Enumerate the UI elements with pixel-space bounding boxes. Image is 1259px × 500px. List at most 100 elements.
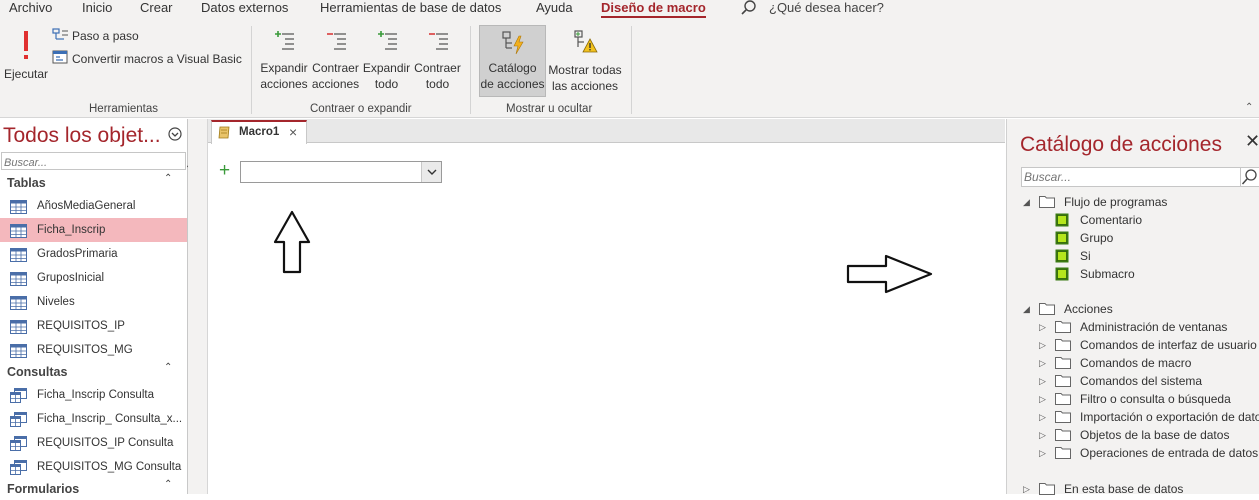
convert-label: Convertir macros a Visual Basic <box>72 52 242 66</box>
expand-all-icon <box>377 31 397 50</box>
nav-item[interactable]: Niveles <box>0 290 187 314</box>
nav-section-2[interactable]: Formularios ⌃ <box>0 479 187 500</box>
nav-item[interactable]: REQUISITOS_MG Consulta <box>0 455 187 479</box>
nav-item[interactable]: GradosPrimaria <box>0 242 187 266</box>
nav-section-0[interactable]: Tablas ⌃ <box>0 173 187 194</box>
nav-search-input[interactable] <box>2 155 167 171</box>
tell-me-input[interactable]: ¿Qué desea hacer? <box>769 0 884 16</box>
tab-crear[interactable]: Crear <box>140 0 173 16</box>
ribbon-separator <box>631 26 632 114</box>
macro-scroll-icon <box>218 126 230 139</box>
query-icon <box>10 460 27 479</box>
collapse-section-icon[interactable]: ⌃ <box>164 174 172 184</box>
query-icon <box>10 436 27 455</box>
folder-icon <box>1039 195 1055 213</box>
combo-dropdown-button[interactable] <box>421 162 441 182</box>
nav-item[interactable]: REQUISITOS_MG <box>0 338 187 362</box>
action-catalog-button[interactable]: Catálogo de acciones <box>479 25 546 97</box>
collapsed-caret-icon[interactable]: ▷ <box>1039 408 1046 426</box>
nav-item[interactable]: Ficha_Inscrip Consulta <box>0 383 187 407</box>
step-label: Paso a paso <box>72 29 139 43</box>
menu-bar: Archivo Inicio Crear Datos externos Herr… <box>0 0 1259 20</box>
nav-item[interactable]: GruposInicial <box>0 266 187 290</box>
collapse-all-button[interactable]: Contraer todo <box>412 29 463 97</box>
tab-herramientas-bd[interactable]: Herramientas de base de datos <box>320 0 501 16</box>
folder-icon <box>1055 410 1071 428</box>
nav-item[interactable]: Ficha_Inscrip_ Consulta_x... <box>0 407 187 431</box>
tree-item-label: Submacro <box>1080 267 1135 281</box>
close-icon[interactable]: ✕ <box>1245 131 1259 152</box>
tree-item-label: Objetos de la base de datos <box>1080 428 1230 442</box>
catalog-search-icon[interactable] <box>1240 167 1259 187</box>
collapsed-caret-icon[interactable]: ▷ <box>1039 426 1046 444</box>
collapse-section-icon[interactable]: ⌃ <box>164 363 172 373</box>
collapse-actions-label-2: acciones <box>311 77 360 91</box>
convert-vb-button[interactable]: Convertir macros a Visual Basic <box>52 50 242 68</box>
tree-item-label: Filtro o consulta o búsqueda <box>1080 392 1231 406</box>
catalog-search-box <box>1021 167 1241 187</box>
collapsed-caret-icon[interactable]: ▷ <box>1039 354 1046 372</box>
step-button[interactable]: Paso a paso <box>52 27 182 45</box>
right-arrow-annotation <box>846 254 933 294</box>
tab-datos-externos[interactable]: Datos externos <box>201 0 288 16</box>
table-icon <box>10 343 27 362</box>
collapse-actions-icon <box>326 33 346 50</box>
tree-item-label: Comandos de macro <box>1080 356 1192 370</box>
query-icon <box>10 412 27 431</box>
nav-section-1[interactable]: Consultas ⌃ <box>0 362 187 383</box>
exclamation-icon <box>24 31 28 59</box>
run-button[interactable]: Ejecutar <box>3 26 49 90</box>
nav-title[interactable]: Todos los objet... <box>3 124 161 148</box>
close-tab-icon[interactable]: × <box>289 124 297 140</box>
folder-icon <box>1039 482 1055 500</box>
folder-icon <box>1055 392 1071 410</box>
new-action-combobox[interactable] <box>240 161 442 183</box>
collapsed-caret-icon[interactable]: ▷ <box>1039 336 1046 354</box>
tree-item-label: Acciones <box>1064 302 1113 316</box>
expanded-caret-icon[interactable]: ◢ <box>1023 300 1030 318</box>
collapse-ribbon-icon[interactable]: ⌃ <box>1245 102 1253 113</box>
show-all-actions-button[interactable]: Mostrar todas las acciones <box>547 29 623 97</box>
folder-icon <box>1055 446 1071 464</box>
navigation-pane: Todos los objet... « Tablas⌃AñosMediaGen… <box>0 119 201 496</box>
new-action-input[interactable] <box>243 163 418 181</box>
nav-item[interactable]: REQUISITOS_IP <box>0 314 187 338</box>
collapsed-caret-icon[interactable]: ▷ <box>1023 480 1030 498</box>
collapsed-caret-icon[interactable]: ▷ <box>1039 444 1046 462</box>
folder-icon <box>1055 320 1071 338</box>
tab-diseno-de-macro[interactable]: Diseño de macro <box>601 0 706 18</box>
nav-item[interactable]: REQUISITOS_IP Consulta <box>0 431 187 455</box>
group-contraer-expandir: Contraer o expandir <box>310 103 412 115</box>
action-catalog-label-2: de acciones <box>480 77 545 91</box>
expanded-caret-icon[interactable]: ◢ <box>1023 193 1030 211</box>
nav-menu-dropdown-icon[interactable] <box>168 127 182 146</box>
tree-item-label: En esta base de datos <box>1064 482 1184 496</box>
tab-inicio[interactable]: Inicio <box>82 0 112 16</box>
nav-item-label: Ficha_Inscrip <box>37 224 106 236</box>
convert-icon <box>52 50 68 64</box>
nav-item[interactable]: Ficha_Inscrip <box>0 218 187 242</box>
collapse-section-icon[interactable]: ⌃ <box>164 480 172 490</box>
nav-item[interactable]: AñosMediaGeneral <box>0 194 187 218</box>
expand-all-button[interactable]: Expandir todo <box>361 29 412 97</box>
table-icon <box>10 271 27 290</box>
table-icon <box>10 247 27 266</box>
tab-ayuda[interactable]: Ayuda <box>536 0 573 16</box>
catalog-title: Catálogo de acciones <box>1020 133 1222 156</box>
nav-item-label: Niveles <box>37 296 75 308</box>
tab-macro1-label: Macro1 <box>239 126 280 138</box>
table-icon <box>10 319 27 338</box>
collapse-actions-button[interactable]: Contraer acciones <box>310 29 361 97</box>
collapse-all-icon <box>428 33 448 50</box>
lightbulb-search-icon[interactable] <box>741 0 757 21</box>
catalog-search-input[interactable] <box>1022 168 1236 186</box>
collapsed-caret-icon[interactable]: ▷ <box>1039 318 1046 336</box>
folder-icon <box>1055 356 1071 374</box>
collapsed-caret-icon[interactable]: ▷ <box>1039 372 1046 390</box>
add-action-plus-icon[interactable]: + <box>219 161 230 180</box>
tab-macro1[interactable]: Macro1 × <box>211 120 307 144</box>
tab-archivo[interactable]: Archivo <box>9 0 52 16</box>
collapsed-caret-icon[interactable]: ▷ <box>1039 390 1046 408</box>
expand-actions-button[interactable]: Expandir acciones <box>258 29 310 97</box>
show-all-label-1: Mostrar todas <box>548 63 622 77</box>
